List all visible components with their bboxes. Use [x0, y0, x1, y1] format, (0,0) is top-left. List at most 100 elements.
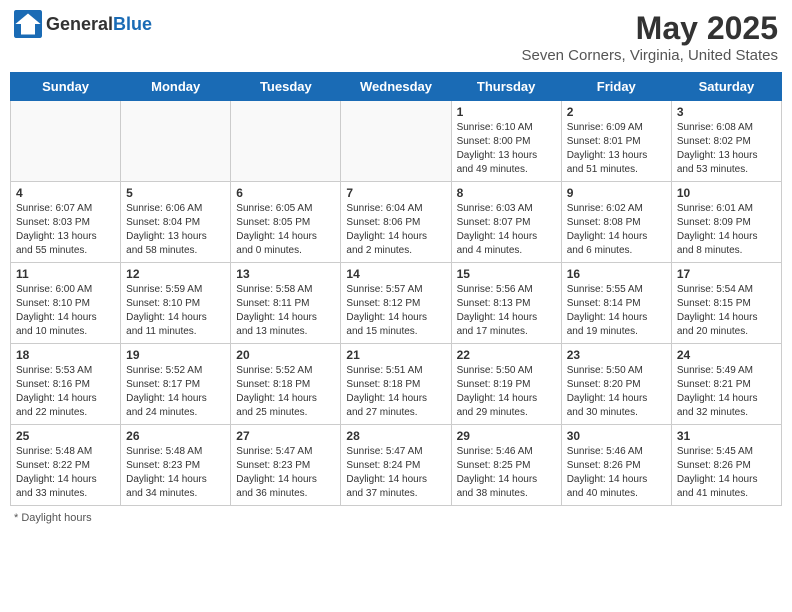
calendar-cell: 27 Sunrise: 5:47 AMSunset: 8:23 PMDayligh…	[231, 425, 341, 506]
calendar-cell: 14Sunrise: 5:57 AMSunset: 8:12 PMDayligh…	[341, 263, 451, 344]
day-number: 21	[346, 348, 445, 362]
day-number: 31	[677, 429, 776, 443]
day-number: 12	[126, 267, 225, 281]
day-info: Sunrise: 6:07 AMSunset: 8:03 PMDaylight:…	[16, 202, 115, 258]
calendar-cell: 1 Sunrise: 6:10 AMSunset: 8:00 PMDaylight…	[451, 101, 561, 182]
calendar-cell: 4 Sunrise: 6:07 AMSunset: 8:03 PMDaylight…	[11, 182, 121, 263]
day-number: 22	[457, 348, 556, 362]
dow-header: Saturday	[671, 73, 781, 101]
calendar-week-row: 11Sunrise: 6:00 AMSunset: 8:10 PMDayligh…	[11, 263, 782, 344]
day-info: Sunrise: 6:02 AMSunset: 8:08 PMDaylight:…	[567, 202, 666, 258]
calendar-cell: 8 Sunrise: 6:03 AMSunset: 8:07 PMDaylight…	[451, 182, 561, 263]
day-number: 26	[126, 429, 225, 443]
logo-container: GeneralBlue	[14, 10, 152, 38]
day-number: 5	[126, 186, 225, 200]
calendar-cell: 25Sunrise: 5:48 AMSunset: 8:22 PMDayligh…	[11, 425, 121, 506]
day-number: 11	[16, 267, 115, 281]
day-number: 7	[346, 186, 445, 200]
day-number: 23	[567, 348, 666, 362]
day-info: Sunrise: 5:45 AMSunset: 8:26 PMDaylight:…	[677, 445, 776, 501]
day-info: Sunrise: 5:50 AMSunset: 8:19 PMDaylight:…	[457, 364, 556, 420]
dow-header: Thursday	[451, 73, 561, 101]
calendar-cell: 21 Sunrise: 5:51 AMSunset: 8:18 PMDayligh…	[341, 344, 451, 425]
generalblue-icon	[14, 10, 42, 38]
calendar-cell: 22 Sunrise: 5:50 AMSunset: 8:19 PMDayligh…	[451, 344, 561, 425]
calendar-cell: 20Sunrise: 5:52 AMSunset: 8:18 PMDayligh…	[231, 344, 341, 425]
calendar-cell: 7 Sunrise: 6:04 AMSunset: 8:06 PMDaylight…	[341, 182, 451, 263]
day-number: 2	[567, 105, 666, 119]
day-info: Sunrise: 5:47 AMSunset: 8:24 PMDaylight:…	[346, 445, 445, 501]
day-info: Sunrise: 5:53 AMSunset: 8:16 PMDaylight:…	[16, 364, 115, 420]
day-info: Sunrise: 5:52 AMSunset: 8:18 PMDaylight:…	[236, 364, 335, 420]
day-info: Sunrise: 5:52 AMSunset: 8:17 PMDaylight:…	[126, 364, 225, 420]
calendar-cell	[121, 101, 231, 182]
day-info: Sunrise: 5:48 AMSunset: 8:23 PMDaylight:…	[126, 445, 225, 501]
day-number: 15	[457, 267, 556, 281]
day-info: Sunrise: 5:49 AMSunset: 8:21 PMDaylight:…	[677, 364, 776, 420]
calendar-cell: 16Sunrise: 5:55 AMSunset: 8:14 PMDayligh…	[561, 263, 671, 344]
calendar-body: 1 Sunrise: 6:10 AMSunset: 8:00 PMDaylight…	[11, 101, 782, 506]
day-number: 30	[567, 429, 666, 443]
day-of-week-row: SundayMondayTuesdayWednesdayThursdayFrid…	[11, 73, 782, 101]
dow-header: Tuesday	[231, 73, 341, 101]
calendar-cell	[11, 101, 121, 182]
day-info: Sunrise: 6:05 AMSunset: 8:05 PMDaylight:…	[236, 202, 335, 258]
calendar-week-row: 18 Sunrise: 5:53 AMSunset: 8:16 PMDayligh…	[11, 344, 782, 425]
day-number: 6	[236, 186, 335, 200]
day-info: Sunrise: 6:01 AMSunset: 8:09 PMDaylight:…	[677, 202, 776, 258]
calendar-cell: 13 Sunrise: 5:58 AMSunset: 8:11 PMDayligh…	[231, 263, 341, 344]
day-info: Sunrise: 5:57 AMSunset: 8:12 PMDaylight:…	[346, 283, 445, 339]
dow-header: Wednesday	[341, 73, 451, 101]
day-info: Sunrise: 5:46 AMSunset: 8:26 PMDaylight:…	[567, 445, 666, 501]
day-info: Sunrise: 5:58 AMSunset: 8:11 PMDaylight:…	[236, 283, 335, 339]
logo-general: General	[46, 14, 113, 34]
calendar-cell: 24 Sunrise: 5:49 AMSunset: 8:21 PMDayligh…	[671, 344, 781, 425]
day-info: Sunrise: 6:10 AMSunset: 8:00 PMDaylight:…	[457, 121, 556, 177]
calendar-cell: 5Sunrise: 6:06 AMSunset: 8:04 PMDaylight…	[121, 182, 231, 263]
calendar-cell: 19Sunrise: 5:52 AMSunset: 8:17 PMDayligh…	[121, 344, 231, 425]
calendar-week-row: 1 Sunrise: 6:10 AMSunset: 8:00 PMDaylight…	[11, 101, 782, 182]
day-number: 8	[457, 186, 556, 200]
calendar-cell	[341, 101, 451, 182]
day-info: Sunrise: 6:09 AMSunset: 8:01 PMDaylight:…	[567, 121, 666, 177]
day-info: Sunrise: 5:55 AMSunset: 8:14 PMDaylight:…	[567, 283, 666, 339]
day-number: 17	[677, 267, 776, 281]
daylight-label: Daylight hours	[21, 512, 91, 524]
day-number: 4	[16, 186, 115, 200]
day-info: Sunrise: 5:47 AMSunset: 8:23 PMDaylight:…	[236, 445, 335, 501]
logo: GeneralBlue	[14, 10, 152, 38]
calendar-cell: 28 Sunrise: 5:47 AMSunset: 8:24 PMDayligh…	[341, 425, 451, 506]
day-info: Sunrise: 5:51 AMSunset: 8:18 PMDaylight:…	[346, 364, 445, 420]
calendar-cell: 17Sunrise: 5:54 AMSunset: 8:15 PMDayligh…	[671, 263, 781, 344]
calendar-cell	[231, 101, 341, 182]
month-title: May 2025	[521, 10, 778, 47]
day-number: 3	[677, 105, 776, 119]
calendar-cell: 30 Sunrise: 5:46 AMSunset: 8:26 PMDayligh…	[561, 425, 671, 506]
calendar-cell: 11Sunrise: 6:00 AMSunset: 8:10 PMDayligh…	[11, 263, 121, 344]
title-area: May 2025 Seven Corners, Virginia, United…	[521, 10, 778, 64]
calendar-cell: 23Sunrise: 5:50 AMSunset: 8:20 PMDayligh…	[561, 344, 671, 425]
dow-header: Monday	[121, 73, 231, 101]
calendar-cell: 26 Sunrise: 5:48 AMSunset: 8:23 PMDayligh…	[121, 425, 231, 506]
footer-note: * Daylight hours	[10, 512, 782, 524]
calendar-cell: 2 Sunrise: 6:09 AMSunset: 8:01 PMDaylight…	[561, 101, 671, 182]
location-title: Seven Corners, Virginia, United States	[521, 47, 778, 64]
day-number: 28	[346, 429, 445, 443]
day-number: 24	[677, 348, 776, 362]
day-info: Sunrise: 6:08 AMSunset: 8:02 PMDaylight:…	[677, 121, 776, 177]
day-number: 13	[236, 267, 335, 281]
calendar-cell: 12 Sunrise: 5:59 AMSunset: 8:10 PMDayligh…	[121, 263, 231, 344]
day-number: 18	[16, 348, 115, 362]
calendar-cell: 15 Sunrise: 5:56 AMSunset: 8:13 PMDayligh…	[451, 263, 561, 344]
day-info: Sunrise: 5:48 AMSunset: 8:22 PMDaylight:…	[16, 445, 115, 501]
calendar-cell: 6 Sunrise: 6:05 AMSunset: 8:05 PMDaylight…	[231, 182, 341, 263]
page-header: GeneralBlue May 2025 Seven Corners, Virg…	[10, 10, 782, 64]
day-info: Sunrise: 5:56 AMSunset: 8:13 PMDaylight:…	[457, 283, 556, 339]
day-info: Sunrise: 6:04 AMSunset: 8:06 PMDaylight:…	[346, 202, 445, 258]
day-info: Sunrise: 5:59 AMSunset: 8:10 PMDaylight:…	[126, 283, 225, 339]
calendar-cell: 31 Sunrise: 5:45 AMSunset: 8:26 PMDayligh…	[671, 425, 781, 506]
calendar-week-row: 25Sunrise: 5:48 AMSunset: 8:22 PMDayligh…	[11, 425, 782, 506]
day-number: 1	[457, 105, 556, 119]
day-number: 27	[236, 429, 335, 443]
day-info: Sunrise: 6:03 AMSunset: 8:07 PMDaylight:…	[457, 202, 556, 258]
